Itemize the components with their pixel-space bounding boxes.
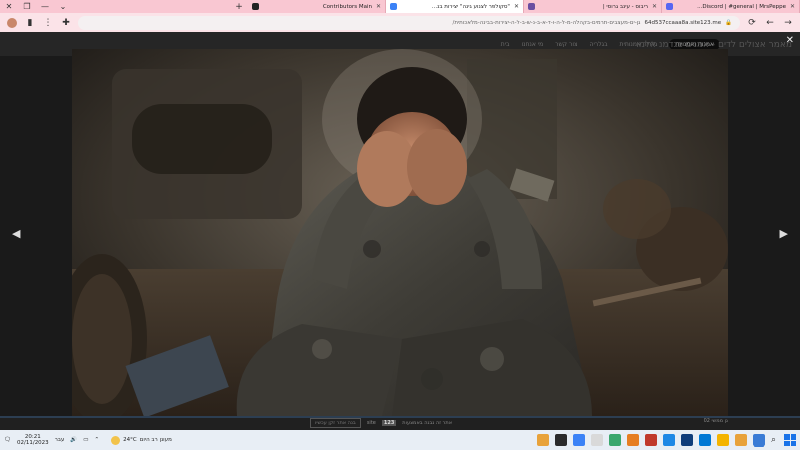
tab-favicon-icon (666, 3, 673, 10)
weather-icon (111, 435, 121, 445)
network-icon[interactable]: ▭ (83, 437, 88, 443)
taskbar-app-icon[interactable] (752, 434, 765, 446)
build-site-button[interactable]: בנה אתר זקן עכשיו (310, 418, 361, 428)
site-nav-item[interactable]: בית (501, 41, 510, 48)
taskbar-app-icon[interactable] (716, 434, 729, 446)
taskbar-app-icon[interactable] (734, 434, 747, 446)
minimize-window-icon[interactable]: — (36, 0, 54, 13)
weather-temp: 24°C (123, 437, 137, 443)
forward-icon[interactable]: → (782, 17, 794, 29)
credit-text: אתר זה נבנה באמצעות (402, 420, 453, 426)
tray-overflow-icon[interactable]: ⌃ (94, 437, 99, 443)
brand-badge: 123 (381, 420, 397, 426)
window-controls: ✕ ❐ — ⌄ (0, 0, 72, 13)
url-path: /גן-ים-מעצבים-תרמים-בקהלה-מ-ל-ה-ו-ד-א-ב-… (452, 19, 641, 26)
taskbar-app-icon[interactable] (698, 434, 711, 446)
new-tab-button[interactable]: + (230, 0, 248, 13)
weather-widget[interactable]: 24°C מעונן רב היום (111, 435, 172, 445)
next-image-icon[interactable]: ▶ (780, 227, 788, 240)
maximize-window-icon[interactable]: ❐ (18, 0, 36, 13)
tab-favicon-icon (390, 3, 397, 10)
taskbar-app-icon[interactable] (680, 434, 693, 446)
search-icon[interactable]: ⌕ (771, 435, 776, 445)
tab-title: Contributors Main (322, 3, 372, 10)
close-tab-icon[interactable]: ✕ (514, 3, 519, 10)
close-tab-icon[interactable]: ✕ (652, 3, 657, 10)
start-button-icon[interactable] (784, 434, 796, 446)
close-tab-icon[interactable]: ✕ (790, 3, 795, 10)
menu-icon[interactable]: ⋮ (42, 17, 54, 29)
browser-tab[interactable]: ✕ "סקולפר לצנוע גינה" יצירות בנ... (386, 0, 524, 13)
sidebar-icon[interactable]: ▮ (24, 17, 36, 29)
language-indicator[interactable]: עבר (55, 437, 65, 443)
volume-icon[interactable]: 🔊 (70, 437, 77, 443)
site-nav-item[interactable]: צור קשר (555, 41, 577, 48)
taskbar-app-icon[interactable] (644, 434, 657, 446)
tab-favicon-icon (528, 3, 535, 10)
taskbar-app-icon[interactable] (608, 434, 621, 446)
tab-list-icon[interactable]: ⌄ (54, 0, 72, 13)
browser-tab[interactable]: ✕ ריבוס - עינב גרוסי | (524, 0, 662, 13)
page-content: בית מי אנחנו צור קשר בגלריה גלריה אמנותית אמנ… (0, 32, 800, 430)
soldier-photo (72, 49, 728, 416)
site-nav-item[interactable]: מי אנחנו (521, 41, 543, 48)
lightbox-image (72, 49, 728, 416)
taskbar-app-icon[interactable] (662, 434, 675, 446)
lock-icon: 🔒 (725, 19, 732, 26)
tab-favicon-icon (252, 3, 259, 10)
clock[interactable]: 20:21 02/11/2023 (17, 434, 49, 446)
address-bar: ▮ ⋮ ✚ /גן-ים-מעצבים-תרמים-בקהלה-מ-ל-ה-ו-… (0, 13, 800, 32)
browser-tab-bar: ✕ ❐ — ⌄ + ✕ Contributors Main ✕ "סקולפר לצנ… (0, 0, 800, 13)
taskbar-app-icon[interactable] (626, 434, 639, 446)
taskbar-app-icon[interactable] (536, 434, 549, 446)
tab-title: Discord | #general | MrsPeppe... (697, 3, 786, 10)
url-input[interactable]: /גן-ים-מעצבים-תרמים-בקהלה-מ-ל-ה-ו-ד-א-ב-… (78, 15, 740, 30)
site-credit: בנה אתר זקן עכשיו site 123 אתר זה נבנה ב… (310, 418, 452, 428)
browser-tab[interactable]: ✕ Contributors Main (248, 0, 386, 13)
extensions-icon[interactable]: ✚ (60, 17, 72, 29)
site-nav-item[interactable]: בגלריה (590, 41, 608, 48)
close-window-icon[interactable]: ✕ (0, 0, 18, 13)
tab-title: ריבוס - עינב גרוסי | (602, 3, 648, 10)
back-icon[interactable]: ← (764, 17, 776, 29)
taskbar: 🗨 20:21 02/11/2023 עבר 🔊 ▭ ⌃ 24°C מעונן … (0, 430, 800, 450)
prev-image-icon[interactable]: ◀ (12, 227, 20, 240)
notifications-icon[interactable]: 🗨 (4, 437, 11, 443)
image-caption: גן ממשי 02 (703, 418, 728, 424)
browser-tab[interactable]: ✕ Discord | #general | MrsPeppe... (662, 0, 800, 13)
url-host: 64d537ccaaa8a.site123.me (644, 19, 722, 26)
system-tray: 🗨 20:21 02/11/2023 עבר 🔊 ▭ ⌃ 24°C מעונן … (4, 434, 172, 446)
brand-tail: site (366, 420, 376, 426)
close-lightbox-icon[interactable]: ✕ (786, 35, 794, 46)
profile-avatar-icon[interactable] (6, 17, 18, 29)
taskbar-apps (536, 434, 765, 446)
close-tab-icon[interactable]: ✕ (376, 3, 381, 10)
taskbar-app-icon[interactable] (572, 434, 585, 446)
weather-text: מעונן רב היום (139, 437, 172, 443)
refresh-icon[interactable]: ⟳ (746, 17, 758, 29)
tab-title: "סקולפר לצנוע גינה" יצירות בנ... (431, 3, 510, 10)
taskbar-app-icon[interactable] (590, 434, 603, 446)
taskbar-app-icon[interactable] (554, 434, 567, 446)
clock-date: 02/11/2023 (16, 440, 49, 446)
